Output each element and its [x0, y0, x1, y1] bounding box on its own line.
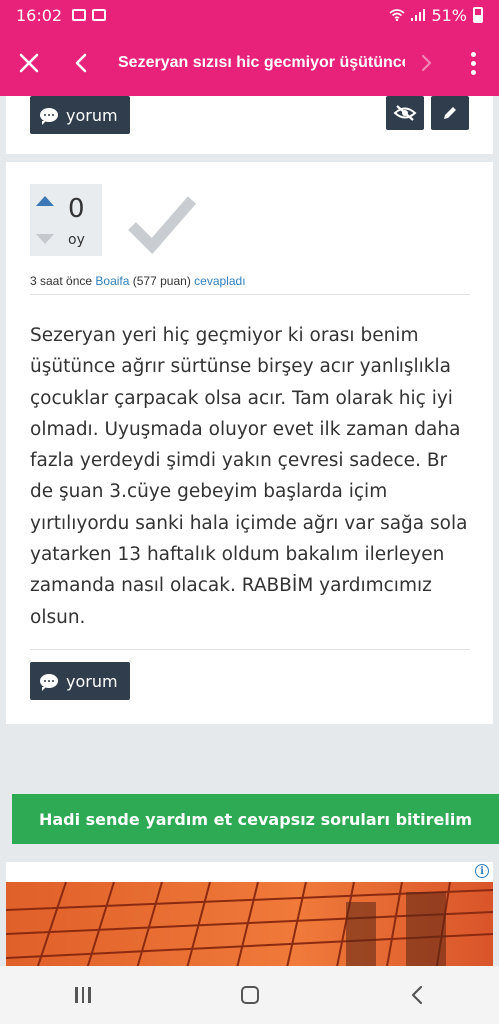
- comment-icon: [40, 108, 58, 125]
- battery-icon: [473, 7, 483, 23]
- answer-card: 0 oy 3 saat önce Boaifa (577 puan) cevap…: [6, 162, 493, 724]
- mail-icon: [72, 9, 87, 21]
- status-bar: 16:02 51%: [0, 0, 499, 30]
- close-icon: [19, 53, 39, 73]
- close-button[interactable]: [0, 30, 58, 96]
- answer-text: Sezeryan yeri hiç geçmiyor ki orası beni…: [30, 325, 468, 628]
- checkmark-icon[interactable]: [126, 190, 198, 254]
- ad-image[interactable]: [6, 882, 493, 972]
- vote-box: 0 oy: [30, 184, 102, 256]
- comment-label: yorum: [66, 105, 118, 125]
- vote-down-icon[interactable]: [36, 234, 54, 244]
- app-bar: Sezeryan sızısı hic gecmiyor üşütünce: [0, 30, 499, 96]
- hide-button[interactable]: [386, 96, 424, 130]
- comment-icon: [40, 674, 58, 691]
- previous-card: yorum: [6, 96, 493, 154]
- vote-up-icon[interactable]: [36, 196, 54, 206]
- pencil-icon: [444, 107, 456, 119]
- page-title: Sezeryan sızısı hic gecmiyor üşütünce: [118, 54, 405, 71]
- more-menu-button[interactable]: [447, 30, 499, 96]
- more-vertical-icon: [470, 51, 476, 75]
- vote-label: oy: [68, 232, 85, 248]
- chevron-left-icon: [75, 53, 87, 73]
- answer-meta: 3 saat önce Boaifa (577 puan) cevapladı: [30, 274, 246, 288]
- comment-button-top[interactable]: yorum: [30, 96, 130, 134]
- divider: [30, 649, 470, 650]
- forward-button[interactable]: [405, 30, 447, 96]
- comment-button[interactable]: yorum: [30, 662, 130, 700]
- user-link[interactable]: Boaifa: [95, 274, 129, 288]
- home-icon[interactable]: [241, 986, 260, 1004]
- vote-count: 0: [68, 194, 85, 224]
- info-icon[interactable]: i: [475, 864, 489, 878]
- ad-banner[interactable]: i: [6, 862, 493, 972]
- chevron-right-icon: [421, 54, 432, 72]
- status-time: 16:02: [16, 5, 63, 25]
- wifi-icon: [389, 9, 405, 21]
- recent-apps-icon[interactable]: [75, 987, 91, 1003]
- comment-label: yorum: [66, 671, 118, 691]
- photo-icon: [92, 9, 107, 21]
- user-points: (577 puan): [132, 274, 191, 288]
- divider: [30, 294, 470, 295]
- help-cta-button[interactable]: Hadi sende yardım et cevapsız soruları b…: [12, 794, 499, 844]
- answer-time: 3 saat önce: [30, 274, 93, 288]
- answered-link[interactable]: cevapladı: [194, 274, 245, 288]
- back-icon[interactable]: [410, 985, 424, 1005]
- eye-off-icon: [393, 105, 417, 121]
- signal-icon: [411, 9, 426, 21]
- battery-text: 51%: [431, 5, 467, 25]
- edit-button[interactable]: [431, 96, 469, 130]
- system-nav-bar: [0, 966, 499, 1024]
- back-button[interactable]: [58, 30, 104, 96]
